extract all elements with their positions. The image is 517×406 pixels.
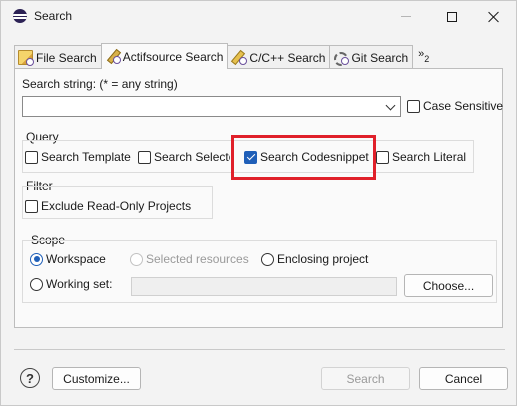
search-codesnippet-label: Search Codesnippet [260,150,369,164]
checkbox-box[interactable] [25,150,38,164]
cancel-button[interactable]: Cancel [419,367,508,390]
scope-selected-resources-radio[interactable]: Selected resources [130,252,249,266]
checkbox-box[interactable] [244,150,257,164]
case-sensitive-label: Case Sensitive [423,99,504,113]
eclipse-app-icon [13,9,27,23]
search-literal-label: Search Literal [392,150,467,164]
maximize-button[interactable] [429,1,475,32]
checkbox-box[interactable] [138,150,151,164]
tab-overflow-button[interactable]: » 2 [412,45,429,69]
search-tabs: File Search Actifsource Search C/C++ Sea… [14,43,429,69]
radio-dot[interactable] [30,277,43,291]
search-button[interactable]: Search [321,367,410,390]
enclosing-project-label: Enclosing project [277,252,369,266]
choose-button[interactable]: Choose... [404,274,493,297]
working-set-field [131,277,397,296]
tab-git-search[interactable]: Git Search [329,45,414,69]
checkbox-box[interactable] [25,199,38,213]
actifsource-search-icon [105,49,121,64]
actifsource-search-panel: Search string: (* = any string) Case Sen… [14,68,503,328]
search-codesnippet-checkbox[interactable]: Search Codesnippet [244,150,369,164]
tab-actifsource-search[interactable]: Actifsource Search [100,43,229,69]
close-icon [488,11,500,23]
chevron-down-icon [387,102,395,110]
title-bar: Search [1,1,516,32]
selected-resources-label: Selected resources [146,252,249,266]
cpp-search-icon [231,50,248,65]
git-search-icon [333,50,350,66]
checkbox-box[interactable] [376,150,389,164]
minimize-button[interactable] [383,1,429,32]
file-search-icon [18,50,34,66]
tab-label: Actifsource Search [122,49,224,64]
radio-dot[interactable] [261,252,274,266]
search-string-combo[interactable] [22,96,401,117]
scope-workspace-radio[interactable]: Workspace [30,252,106,266]
tab-label: Git Search [351,50,409,65]
search-template-checkbox[interactable]: Search Template [25,150,131,164]
tab-file-search[interactable]: File Search [14,45,102,69]
search-string-label: Search string: (* = any string) [22,77,178,91]
scope-enclosing-project-radio[interactable]: Enclosing project [261,252,368,266]
help-icon: ? [26,370,34,386]
exclude-readonly-checkbox[interactable]: Exclude Read-Only Projects [25,199,191,213]
help-button[interactable]: ? [20,368,40,388]
maximize-icon [447,11,457,22]
radio-dot[interactable] [130,252,143,266]
window-title: Search [34,9,73,23]
checkbox-box[interactable] [407,99,420,113]
tab-cpp-search[interactable]: C/C++ Search [227,45,331,69]
footer-separator [14,349,505,350]
search-selector-label: Search Selecto [154,150,230,164]
scope-working-set-radio[interactable]: Working set: [30,277,112,291]
customize-button[interactable]: Customize... [52,367,141,390]
radio-dot[interactable] [30,252,43,266]
close-button[interactable] [471,1,517,32]
working-set-label: Working set: [46,277,113,291]
tab-overflow-count: 2 [424,54,430,64]
search-template-label: Search Template [41,150,131,164]
case-sensitive-checkbox[interactable]: Case Sensitive [407,99,503,113]
search-selector-checkbox[interactable]: Search Selecto [138,150,230,164]
minimize-icon [401,16,411,17]
search-literal-checkbox[interactable]: Search Literal [376,150,466,164]
tab-label: C/C++ Search [249,50,326,65]
workspace-label: Workspace [46,252,106,266]
search-dialog: Search File Search Actifsource Search C/… [0,0,517,406]
tab-label: File Search [36,50,97,65]
exclude-readonly-label: Exclude Read-Only Projects [41,199,192,213]
